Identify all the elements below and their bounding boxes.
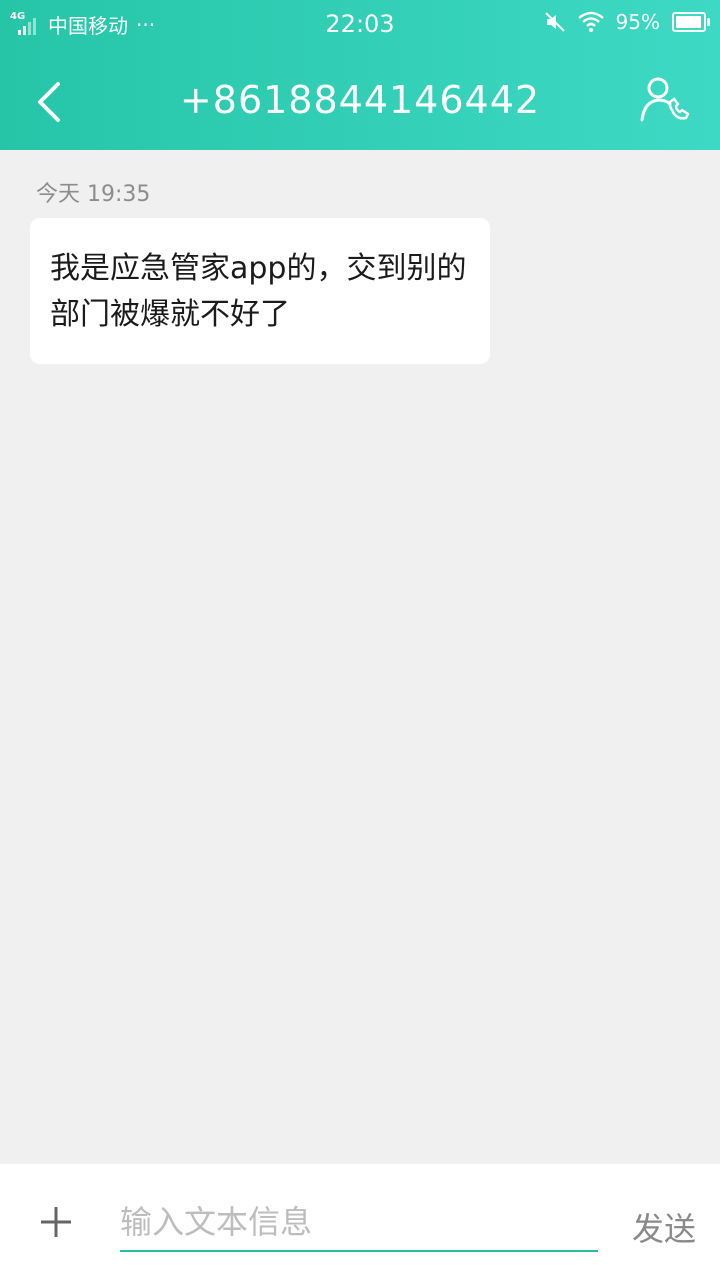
status-right: 95%	[544, 10, 710, 34]
battery-fill	[676, 16, 701, 28]
top-bar: 4G 中国移动 ··· 22:03 95% +8618844146442	[0, 0, 720, 150]
message-timestamp: 今天 19:35	[36, 182, 151, 207]
contact-details-button[interactable]	[636, 72, 692, 128]
message-input[interactable]	[120, 1194, 598, 1252]
wifi-icon	[577, 11, 604, 32]
mute-icon	[544, 12, 565, 32]
contact-number: +8618844146442	[179, 78, 541, 122]
message-text: 我是应急管家app的，交到别的部门被爆就不好了	[50, 251, 467, 332]
battery-percent: 95%	[615, 10, 660, 34]
contact-call-icon	[640, 77, 690, 122]
incoming-message-bubble[interactable]: 我是应急管家app的，交到别的部门被爆就不好了	[30, 218, 490, 364]
plus-icon	[41, 1207, 71, 1237]
composer-bar: 发送	[0, 1164, 720, 1280]
battery-icon	[672, 12, 710, 32]
add-attachment-button[interactable]	[36, 1202, 76, 1242]
status-bar: 4G 中国移动 ··· 22:03 95%	[0, 0, 720, 50]
send-button[interactable]: 发送	[632, 1204, 696, 1250]
conversation-header: +8618844146442	[0, 50, 720, 150]
